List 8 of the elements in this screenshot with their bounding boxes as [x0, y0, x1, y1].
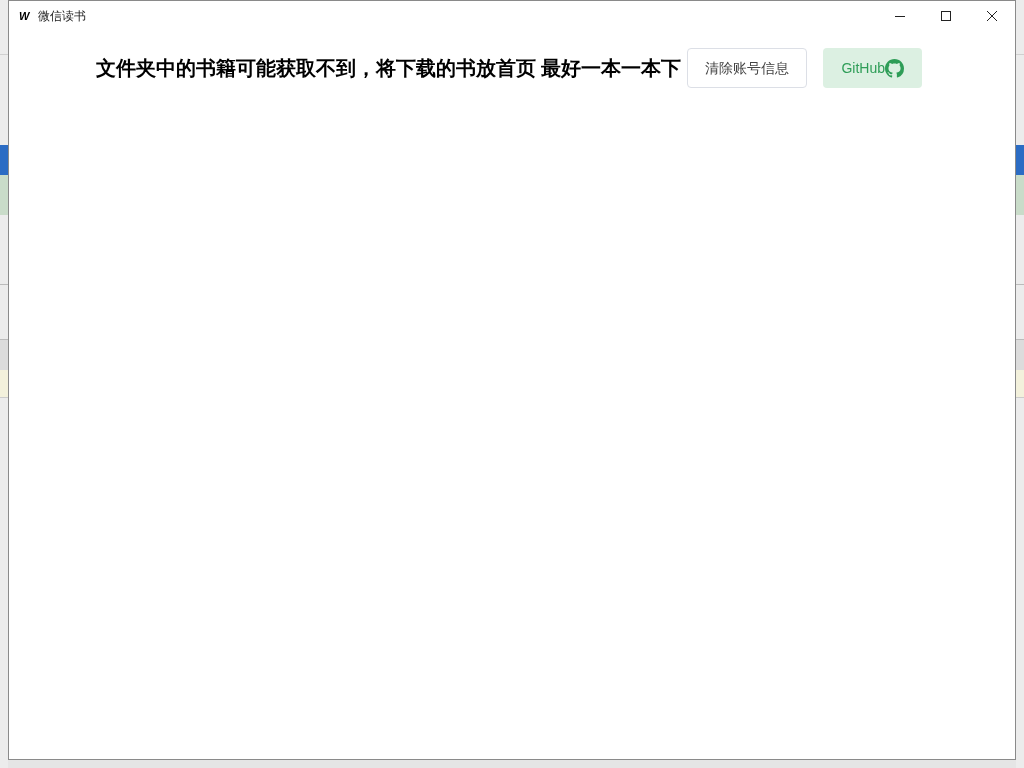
- notice-heading: 文件夹中的书籍可能获取不到，将下载的书放首页 最好一本一本下: [95, 56, 682, 81]
- github-icon: [885, 58, 905, 78]
- window-title: 微信读书: [38, 8, 86, 25]
- maximize-icon: [941, 11, 951, 21]
- clear-account-button[interactable]: 清除账号信息: [687, 48, 808, 88]
- minimize-icon: [895, 15, 905, 17]
- app-logo: W: [19, 10, 31, 22]
- close-icon: [987, 11, 997, 21]
